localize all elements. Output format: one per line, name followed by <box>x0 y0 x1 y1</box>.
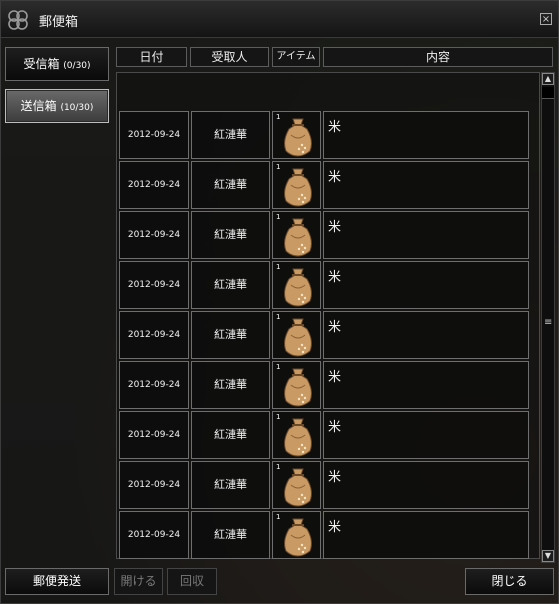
mail-row[interactable]: 2012-09-24 紅漣華 1 米 <box>119 511 529 559</box>
mail-content: 米 <box>323 461 529 509</box>
mail-recipient: 紅漣華 <box>191 461 270 509</box>
mail-content: 米 <box>323 511 529 559</box>
rice-sack-icon <box>280 415 316 457</box>
scroll-up-button[interactable]: ▲ <box>542 73 554 85</box>
rice-sack-icon <box>280 315 316 357</box>
mail-date: 2012-09-24 <box>119 161 189 209</box>
mail-item-slot[interactable]: 1 <box>272 161 321 209</box>
mail-content: 米 <box>323 111 529 159</box>
mail-item-slot[interactable]: 1 <box>272 461 321 509</box>
mail-content: 米 <box>323 211 529 259</box>
list-scrollbar[interactable]: ▲ ≡ ▼ <box>541 72 555 563</box>
mail-date: 2012-09-24 <box>119 261 189 309</box>
mail-row[interactable]: 2012-09-24 紅漣華 1 米 <box>119 311 529 359</box>
tab-inbox-count: (0/30) <box>63 61 91 71</box>
title-bar[interactable]: 郵便箱 × <box>1 1 558 38</box>
tab-outbox-label: 送信箱 <box>20 99 57 113</box>
mail-row[interactable]: 2012-09-24 紅漣華 1 米 <box>119 461 529 509</box>
tab-inbox[interactable]: 受信箱 (0/30) <box>5 47 109 81</box>
mailbox-window: 郵便箱 × 受信箱 (0/30) 送信箱 (10/30) 日付 受取人 アイテム… <box>0 0 559 604</box>
mail-row[interactable]: 2012-09-24 紅漣華 1 米 <box>119 161 529 209</box>
close-button[interactable]: 閉じる <box>465 568 554 595</box>
mail-row[interactable]: 2012-09-24 紅漣華 1 米 <box>119 211 529 259</box>
mail-item-slot[interactable]: 1 <box>272 311 321 359</box>
mail-date: 2012-09-24 <box>119 211 189 259</box>
rice-sack-icon <box>280 465 316 507</box>
mail-recipient: 紅漣華 <box>191 211 270 259</box>
mail-content: 米 <box>323 311 529 359</box>
mail-row[interactable]: 2012-09-24 紅漣華 1 米 <box>119 261 529 309</box>
mail-item-slot[interactable]: 1 <box>272 361 321 409</box>
mail-item-slot[interactable]: 1 <box>272 211 321 259</box>
tab-outbox[interactable]: 送信箱 (10/30) <box>5 89 109 123</box>
mail-item-slot[interactable]: 1 <box>272 511 321 559</box>
tab-inbox-label: 受信箱 <box>23 57 60 71</box>
mail-recipient: 紅漣華 <box>191 511 270 559</box>
mail-content: 米 <box>323 411 529 459</box>
rice-sack-icon <box>280 265 316 307</box>
mail-item-slot[interactable]: 1 <box>272 261 321 309</box>
rice-sack-icon <box>280 165 316 207</box>
scroll-down-button[interactable]: ▼ <box>542 550 554 562</box>
mail-date: 2012-09-24 <box>119 411 189 459</box>
scroll-grip-icon: ≡ <box>544 317 553 328</box>
close-icon[interactable]: × <box>540 13 552 25</box>
mail-list: 2012-09-24 紅漣華 1 米 2012-09-24 紅漣華 1 米 2012-09-24… <box>116 72 540 559</box>
retrieve-button[interactable]: 回収 <box>167 568 217 595</box>
rice-sack-icon <box>280 515 316 557</box>
mail-content: 米 <box>323 261 529 309</box>
mail-row[interactable]: 2012-09-24 紅漣華 1 米 <box>119 111 529 159</box>
mail-date: 2012-09-24 <box>119 511 189 559</box>
mail-date: 2012-09-24 <box>119 461 189 509</box>
mail-recipient: 紅漣華 <box>191 311 270 359</box>
tab-outbox-count: (10/30) <box>60 103 94 113</box>
mail-recipient: 紅漣華 <box>191 261 270 309</box>
column-header-date: 日付 <box>116 47 187 67</box>
mail-item-slot[interactable]: 1 <box>272 111 321 159</box>
mail-recipient: 紅漣華 <box>191 161 270 209</box>
scroll-thumb[interactable] <box>542 87 554 99</box>
mail-date: 2012-09-24 <box>119 361 189 409</box>
open-button[interactable]: 開ける <box>114 568 163 595</box>
rice-sack-icon <box>280 365 316 407</box>
window-title: 郵便箱 <box>39 15 79 30</box>
mail-row[interactable]: 2012-09-24 紅漣華 1 米 <box>119 361 529 409</box>
rice-sack-icon <box>280 215 316 257</box>
send-mail-button[interactable]: 郵便発送 <box>5 568 109 595</box>
column-header-item: アイテム <box>272 47 320 67</box>
mail-emblem-icon <box>8 10 28 30</box>
rice-sack-icon <box>280 115 316 157</box>
mail-date: 2012-09-24 <box>119 311 189 359</box>
mail-recipient: 紅漣華 <box>191 411 270 459</box>
mail-content: 米 <box>323 361 529 409</box>
mail-recipient: 紅漣華 <box>191 361 270 409</box>
mail-recipient: 紅漣華 <box>191 111 270 159</box>
mail-content: 米 <box>323 161 529 209</box>
mail-item-slot[interactable]: 1 <box>272 411 321 459</box>
column-header-recipient: 受取人 <box>190 47 269 67</box>
column-header-content: 内容 <box>323 47 553 67</box>
mail-row[interactable]: 2012-09-24 紅漣華 1 米 <box>119 411 529 459</box>
mail-date: 2012-09-24 <box>119 111 189 159</box>
